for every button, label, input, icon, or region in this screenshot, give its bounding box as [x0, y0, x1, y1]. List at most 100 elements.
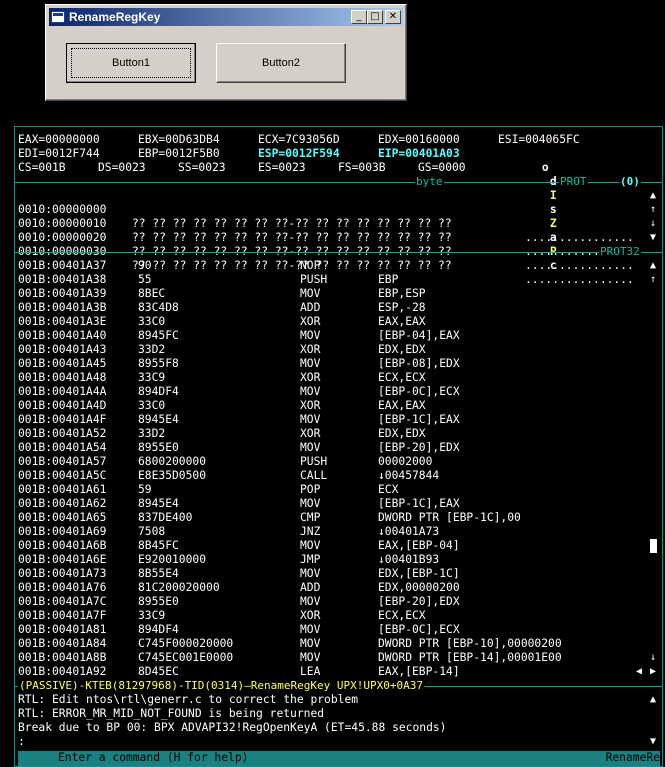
- code-line[interactable]: 001B:00401A4F 8945E4 MOV [EBP-1C],EAX: [18, 413, 644, 427]
- close-button[interactable]: ✕: [385, 10, 401, 24]
- code-line[interactable]: 001B:00401A39 8BEC MOV EBP,ESP: [18, 287, 644, 301]
- data-format-label: byte: [415, 175, 444, 189]
- debugger-screen[interactable]: EAX=00000000 EBX=00D63DB4 ECX=7C93056D E…: [14, 126, 663, 767]
- code-operands: EAX,[EBP-04]: [378, 539, 460, 552]
- code-line[interactable]: 001B:00401A4D 33C0 XOR EAX,EAX: [18, 399, 644, 413]
- code-operands: DWORD PTR [EBP-14],00001E00: [378, 651, 562, 664]
- code-address: 001B:00401A3B: [18, 301, 107, 314]
- log-line: Break due to BP 00: BPX ADVAPI32!RegOpen…: [18, 721, 447, 734]
- data-mode-label: PROT: [559, 175, 588, 189]
- code-bytes: 33D2: [138, 343, 166, 356]
- code-line[interactable]: 001B:00401A4A 894DF4 MOV [EBP-0C],ECX: [18, 385, 644, 399]
- code-operands: ECX: [378, 483, 399, 496]
- code-mnemonic: XOR: [300, 315, 321, 328]
- code-line[interactable]: 001B:00401A43 33D2 XOR EDX,EDX: [18, 343, 644, 357]
- code-line[interactable]: 001B:00401A73 8B55E4 MOV EDX,[EBP-1C]: [18, 567, 644, 581]
- minimize-button[interactable]: _: [351, 10, 367, 24]
- code-address: 001B:00401A6E: [18, 553, 107, 566]
- code-line[interactable]: 001B:00401A69 7508 JNZ ↓00401A73: [18, 525, 644, 539]
- code-operands: DWORD PTR [EBP-1C],00: [378, 511, 521, 524]
- code-address: 001B:00401A4F: [18, 413, 107, 426]
- code-scroll-left-icon[interactable]: ◀: [636, 665, 642, 679]
- code-operands: EDX,00000200: [378, 581, 460, 594]
- code-address: 001B:00401A5C: [18, 469, 107, 482]
- code-bytes: 33C9: [138, 609, 166, 622]
- register-row-1: EAX=00000000 EBX=00D63DB4 ECX=7C93056D E…: [18, 133, 580, 147]
- code-line[interactable]: 001B:00401A81 894DF4 MOV [EBP-0C],ECX: [18, 623, 644, 637]
- code-bytes: 33C0: [138, 399, 166, 412]
- code-line[interactable]: 001B:00401A48 33C9 XOR ECX,ECX: [18, 371, 644, 385]
- code-line[interactable]: 001B:00401A52 33D2 XOR EDX,EDX: [18, 427, 644, 441]
- code-scroll-right-icon[interactable]: ▶: [650, 665, 656, 679]
- code-address: 001B:00401A7F: [18, 609, 107, 622]
- code-line[interactable]: 001B:00401A62 8945E4 MOV [EBP-1C],EAX: [18, 497, 644, 511]
- data-scroll-up-icon[interactable]: ▲: [650, 189, 656, 203]
- maximize-button[interactable]: □: [367, 10, 383, 24]
- code-line[interactable]: 001B:00401A54 8955E0 MOV [EBP-20],EDX: [18, 441, 644, 455]
- log-scroll-down-icon[interactable]: ▼: [650, 735, 656, 749]
- code-line[interactable]: 001B:00401A37 90 NOP: [18, 259, 644, 273]
- code-operands: ECX,ECX: [378, 371, 426, 384]
- code-line[interactable]: 001B:00401A8B C745EC001E0000 MOV DWORD PTR …: [18, 651, 644, 665]
- code-line[interactable]: 001B:00401A65 837DE400 CMP DWORD PTR [EBP-1…: [18, 511, 644, 525]
- command-help-bar: Enter a command (H for help) RenameRe: [18, 751, 660, 766]
- command-prompt[interactable]: :: [18, 735, 644, 749]
- code-address: 001B:00401A54: [18, 441, 107, 454]
- data-window-index: (0): [619, 175, 641, 189]
- code-line[interactable]: 001B:00401A6B 8B45FC MOV EAX,[EBP-04]: [18, 539, 644, 553]
- register-fs: FS=003B: [338, 161, 386, 174]
- data-line: 0010:00000000 ?? ?? ?? ?? ?? ?? ?? ??-??…: [18, 203, 634, 244]
- code-window-separator: PROT32: [15, 245, 662, 259]
- register-ss: SS=0023: [178, 161, 226, 174]
- code-scroll-up-icon[interactable]: ▲: [650, 259, 656, 273]
- code-bytes: 81C200020000: [138, 581, 220, 594]
- code-line[interactable]: 001B:00401A84 C745F000020000 MOV DWORD PTR …: [18, 637, 644, 651]
- data-page-down-icon[interactable]: ↓: [650, 217, 656, 231]
- code-line[interactable]: 001B:00401A57 6800200000 PUSH 00002000: [18, 455, 644, 469]
- window-titlebar[interactable]: RenameRegKey _ □ ✕: [49, 8, 403, 26]
- code-page-up-icon[interactable]: ↑: [650, 273, 656, 287]
- code-mnemonic: CALL: [300, 469, 328, 482]
- button1[interactable]: Button1: [66, 43, 196, 83]
- code-address: 001B:00401A92: [18, 665, 107, 678]
- code-operands: DWORD PTR [EBP-10],00000200: [378, 637, 562, 650]
- code-line[interactable]: 001B:00401A3B 83C4D8 ADD ESP,-28: [18, 301, 644, 315]
- code-line[interactable]: 001B:00401A61 59 POP ECX: [18, 483, 644, 497]
- code-bytes: 837DE400: [138, 511, 193, 524]
- code-operands: ↓00401A73: [378, 525, 440, 538]
- code-operands: [EBP-20],EDX: [378, 595, 460, 608]
- code-line[interactable]: 001B:00401A7C 8955E0 MOV [EBP-20],EDX: [18, 595, 644, 609]
- code-line[interactable]: 001B:00401A6E E920010000 JMP ↓00401B93: [18, 553, 644, 567]
- code-line[interactable]: 001B:00401A92 8D45EC LEA EAX,[EBP-14]: [18, 665, 644, 679]
- code-line[interactable]: 001B:00401A5C E8E35D0500 CALL ↓00457844: [18, 469, 644, 483]
- data-page-up-icon[interactable]: ↑: [650, 203, 656, 217]
- log-scroll-up-icon[interactable]: ▲: [650, 693, 656, 707]
- code-line[interactable]: 001B:00401A7F 33C9 XOR ECX,ECX: [18, 609, 644, 623]
- code-scroll-thumb[interactable]: [650, 539, 657, 553]
- code-mnemonic: JNZ: [300, 525, 321, 538]
- data-scroll-down-icon[interactable]: ▼: [650, 231, 656, 245]
- code-mnemonic: MOV: [300, 539, 321, 552]
- button2[interactable]: Button2: [216, 43, 346, 83]
- register-row-2: EDI=0012F744 EBP=0012F5B0 ESP=0012F594 E…: [18, 147, 557, 272]
- code-address: 001B:00401A39: [18, 287, 107, 300]
- code-line[interactable]: 001B:00401A40 8945FC MOV [EBP-04],EAX: [18, 329, 644, 343]
- renameregkey-window[interactable]: RenameRegKey _ □ ✕ Button1 Button2: [45, 4, 407, 101]
- code-mnemonic: MOV: [300, 287, 321, 300]
- code-line[interactable]: 001B:00401A76 81C200020000 ADD EDX,00000200: [18, 581, 644, 595]
- code-bytes: 8945E4: [138, 497, 179, 510]
- code-line[interactable]: 001B:00401A38 55 PUSH EBP: [18, 273, 644, 287]
- register-ecx: ECX=7C93056D: [258, 133, 340, 146]
- status-separator: (PASSIVE)-KTEB(81297968)-TID(0314)—Renam…: [15, 679, 662, 693]
- code-line[interactable]: 001B:00401A3E 33C0 XOR EAX,EAX: [18, 315, 644, 329]
- code-address: 001B:00401A40: [18, 329, 107, 342]
- code-address: 001B:00401A61: [18, 483, 107, 496]
- code-mnemonic: MOV: [300, 441, 321, 454]
- code-page-down-icon[interactable]: ↓: [650, 651, 656, 665]
- register-ds: DS=0023: [98, 161, 146, 174]
- register-esi: ESI=004065FC: [498, 133, 580, 146]
- code-line[interactable]: 001B:00401A45 8955F8 MOV [EBP-08],EDX: [18, 357, 644, 371]
- code-operands: [EBP-08],EDX: [378, 357, 460, 370]
- code-bytes: 33C9: [138, 371, 166, 384]
- data-line: 0010:00000020 ?? ?? ?? ?? ?? ?? ?? ??-??…: [18, 231, 634, 272]
